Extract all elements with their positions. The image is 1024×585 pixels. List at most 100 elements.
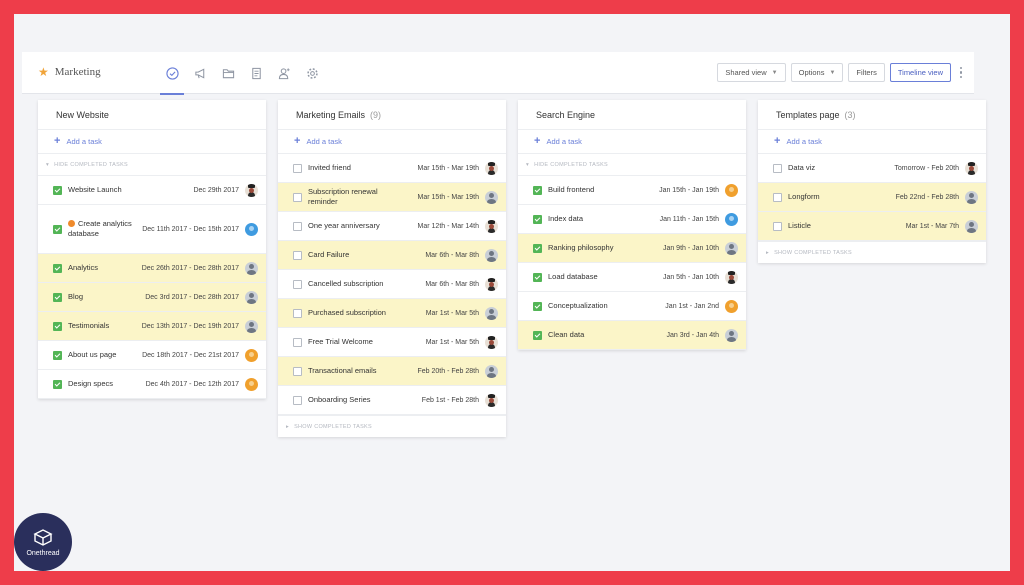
avatar[interactable]: [245, 183, 258, 197]
task-row[interactable]: Onboarding Series Feb 1st - Feb 28th: [278, 386, 506, 415]
column-header[interactable]: Templates page (3): [758, 100, 986, 130]
avatar[interactable]: [725, 241, 738, 255]
task-row[interactable]: One year anniversary Mar 12th - Mar 14th: [278, 212, 506, 241]
shared-view-dropdown[interactable]: Shared view ▼: [717, 63, 786, 82]
avatar[interactable]: [245, 348, 258, 362]
task-checkbox[interactable]: [533, 214, 542, 224]
add-task-button[interactable]: + Add a task: [278, 130, 506, 154]
task-checkbox[interactable]: [53, 263, 62, 273]
project-title[interactable]: ★ Marketing: [38, 66, 101, 78]
hide-completed-toggle[interactable]: ▾ HIDE COMPLETED TASKS: [38, 154, 266, 176]
task-row[interactable]: Conceptualization Jan 1st - Jan 2nd: [518, 292, 746, 321]
task-row[interactable]: Index data Jan 11th - Jan 15th: [518, 205, 746, 234]
task-checkbox[interactable]: [533, 330, 542, 340]
task-row[interactable]: Longform Feb 22nd - Feb 28th: [758, 183, 986, 212]
show-completed-toggle[interactable]: ▸ SHOW COMPLETED TASKS: [278, 415, 506, 437]
task-checkbox[interactable]: [293, 308, 302, 318]
task-row[interactable]: Testimonials Dec 13th 2017 - Dec 19th 201…: [38, 312, 266, 341]
task-checkbox[interactable]: [53, 321, 62, 331]
task-checkbox[interactable]: [293, 221, 302, 231]
timeline-view-button[interactable]: Timeline view: [889, 63, 951, 82]
task-checkbox[interactable]: [533, 185, 542, 195]
gear-icon[interactable]: [298, 52, 326, 94]
task-row[interactable]: Listicle Mar 1st - Mar 7th: [758, 212, 986, 241]
avatar[interactable]: [725, 270, 738, 284]
avatar[interactable]: [725, 183, 738, 197]
task-row[interactable]: Invited friend Mar 15th - Mar 19th: [278, 154, 506, 183]
avatar[interactable]: [965, 219, 978, 233]
add-task-button[interactable]: + Add a task: [518, 130, 746, 154]
avatar[interactable]: [485, 306, 498, 320]
task-row[interactable]: Analytics Dec 26th 2017 - Dec 28th 2017: [38, 254, 266, 283]
filters-button[interactable]: Filters: [848, 63, 885, 82]
task-checkbox[interactable]: [293, 395, 302, 405]
add-task-button[interactable]: + Add a task: [38, 130, 266, 154]
avatar[interactable]: [245, 319, 258, 333]
task-row[interactable]: About us page Dec 18th 2017 - Dec 21st 20…: [38, 341, 266, 370]
task-checkbox[interactable]: [53, 379, 62, 389]
avatar[interactable]: [725, 212, 738, 226]
task-checkbox[interactable]: [293, 337, 302, 347]
task-row[interactable]: Create analytics database Dec 11th 2017 -…: [38, 205, 266, 254]
task-row[interactable]: Clean data Jan 3rd - Jan 4th: [518, 321, 746, 350]
task-checkbox[interactable]: [53, 350, 62, 360]
task-checkbox[interactable]: [293, 163, 302, 173]
options-dropdown[interactable]: Options ▼: [790, 63, 844, 82]
task-checkbox[interactable]: [533, 243, 542, 253]
task-checkbox[interactable]: [53, 292, 62, 302]
hide-completed-toggle[interactable]: ▾ HIDE COMPLETED TASKS: [518, 154, 746, 176]
avatar[interactable]: [965, 190, 978, 204]
tasks-check-icon[interactable]: [158, 52, 186, 95]
task-checkbox[interactable]: [293, 279, 302, 289]
folder-icon[interactable]: [214, 52, 242, 94]
avatar[interactable]: [485, 335, 498, 349]
avatar[interactable]: [725, 328, 738, 342]
task-row[interactable]: Ranking philosophy Jan 9th - Jan 10th: [518, 234, 746, 263]
megaphone-icon[interactable]: [186, 52, 214, 94]
task-checkbox[interactable]: [773, 221, 782, 231]
task-row[interactable]: Cancelled subscription Mar 6th - Mar 8th: [278, 270, 506, 299]
task-checkbox[interactable]: [53, 224, 62, 234]
task-row[interactable]: Load database Jan 5th - Jan 10th: [518, 263, 746, 292]
avatar[interactable]: [485, 190, 498, 204]
avatar[interactable]: [485, 364, 498, 378]
task-row[interactable]: Transactional emails Feb 20th - Feb 28th: [278, 357, 506, 386]
avatar[interactable]: [485, 219, 498, 233]
avatar[interactable]: [485, 248, 498, 262]
task-row[interactable]: Blog Dec 3rd 2017 - Dec 28th 2017: [38, 283, 266, 312]
task-checkbox[interactable]: [293, 366, 302, 376]
task-checkbox[interactable]: [53, 185, 62, 195]
task-checkbox[interactable]: [773, 163, 782, 173]
add-task-button[interactable]: + Add a task: [758, 130, 986, 154]
task-checkbox[interactable]: [293, 192, 302, 202]
task-row[interactable]: Card Failure Mar 6th - Mar 8th: [278, 241, 506, 270]
document-icon[interactable]: [242, 52, 270, 94]
task-checkbox[interactable]: [293, 250, 302, 260]
avatar[interactable]: [965, 161, 978, 175]
column-header[interactable]: Search Engine: [518, 100, 746, 130]
more-menu-icon[interactable]: [956, 63, 966, 82]
avatar[interactable]: [485, 161, 498, 175]
task-row[interactable]: Purchased subscription Mar 1st - Mar 5th: [278, 299, 506, 328]
user-add-icon[interactable]: [270, 52, 298, 94]
column-header[interactable]: New Website: [38, 100, 266, 130]
task-checkbox[interactable]: [533, 272, 542, 282]
show-completed-toggle[interactable]: ▸ SHOW COMPLETED TASKS: [758, 241, 986, 263]
avatar[interactable]: [485, 277, 498, 291]
column-header[interactable]: Marketing Emails (9): [278, 100, 506, 130]
task-row[interactable]: Free Trial Welcome Mar 1st - Mar 5th: [278, 328, 506, 357]
avatar[interactable]: [245, 377, 258, 391]
task-checkbox[interactable]: [773, 192, 782, 202]
task-row[interactable]: Design specs Dec 4th 2017 - Dec 12th 2017: [38, 370, 266, 399]
task-checkbox[interactable]: [533, 301, 542, 311]
avatar[interactable]: [725, 299, 738, 313]
avatar[interactable]: [245, 290, 258, 304]
task-row[interactable]: Subscription renewal reminder Mar 15th - …: [278, 183, 506, 212]
avatar[interactable]: [245, 261, 258, 275]
task-row[interactable]: Data viz Tomorrow - Feb 20th: [758, 154, 986, 183]
task-row[interactable]: Website Launch Dec 29th 2017: [38, 176, 266, 205]
avatar[interactable]: [245, 222, 258, 236]
star-icon[interactable]: ★: [38, 66, 49, 78]
avatar[interactable]: [485, 393, 498, 407]
task-row[interactable]: Build frontend Jan 15th - Jan 19th: [518, 176, 746, 205]
